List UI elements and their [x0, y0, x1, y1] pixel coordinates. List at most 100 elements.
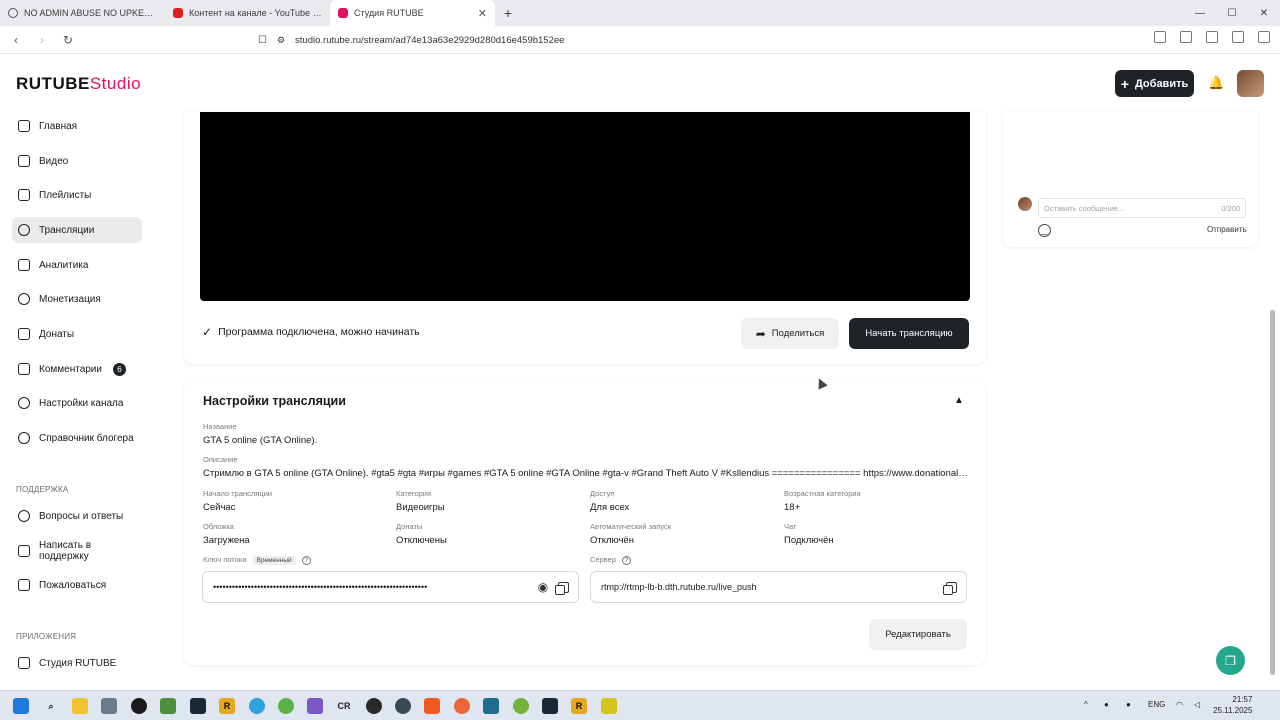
copy-icon[interactable]	[555, 581, 569, 595]
sidebar-item-studio-app[interactable]: Студия RUTUBE	[12, 650, 142, 676]
tray-app-icon[interactable]: ●	[1104, 700, 1109, 709]
obs-icon[interactable]	[131, 698, 147, 714]
eye-icon[interactable]: ◉	[536, 580, 550, 594]
windows-start-icon[interactable]	[13, 698, 29, 714]
copy-icon[interactable]	[943, 581, 957, 595]
tab-label: NO ADMIN ABUSE NO UPKEEP SOFT	[24, 8, 157, 18]
emoji-icon[interactable]: ‿	[1038, 224, 1051, 237]
url-field[interactable]: ☐ ⚙ studio.rutube.ru/stream/ad74e13a63e2…	[258, 30, 998, 50]
chat-char-counter: 0/200	[1221, 203, 1240, 213]
bell-icon[interactable]: 🔔	[1208, 76, 1224, 90]
browser-tab-active[interactable]: Студия RUTUBE ✕	[330, 0, 495, 26]
cr-app-icon[interactable]: CR	[336, 698, 352, 714]
rutube-studio-logo[interactable]: RUTUBEStudio	[16, 74, 141, 94]
sidebar-item-playlists[interactable]: Плейлисты	[12, 182, 142, 208]
app-icon[interactable]	[101, 698, 117, 714]
sidebar-item-donates[interactable]: Донаты	[12, 321, 142, 347]
sidebar-item-channel-settings[interactable]: Настройки канала	[12, 390, 142, 416]
sidebar-item-comments[interactable]: Комментарии 6	[12, 356, 142, 382]
cover-label: Обложка	[203, 522, 234, 531]
stream-key-field[interactable]: ••••••••••••••••••••••••••••••••••••••••…	[202, 571, 579, 603]
file-explorer-icon[interactable]	[72, 698, 88, 714]
taskbar-clock[interactable]: 21:57 25.11.2025	[1213, 694, 1252, 716]
sidebar-item-blogger-guide[interactable]: Справочник блогера	[12, 425, 142, 451]
page-scrollbar[interactable]	[1270, 310, 1275, 675]
menu-icon[interactable]	[1258, 31, 1270, 43]
server-url-field[interactable]: rtmp://rtmp-lb-b.dth.rutube.ru/live_push	[590, 571, 967, 603]
chat-message-input[interactable]: Оставить сообщение... 0/200	[1038, 198, 1246, 218]
brave-browser-icon[interactable]	[424, 698, 440, 714]
send-message-button[interactable]: Отправить	[1207, 225, 1247, 234]
flag-icon	[18, 579, 30, 591]
close-window-icon[interactable]: ✕	[1248, 0, 1280, 26]
app-icon[interactable]	[366, 698, 382, 714]
wifi-icon[interactable]: ◠	[1176, 700, 1183, 709]
sidebar-item-write-support[interactable]: Написать в поддержку	[12, 538, 142, 564]
language-indicator[interactable]: ENG	[1148, 700, 1165, 709]
chat-label: Чат	[784, 522, 797, 531]
tray-chevron-icon[interactable]: ^	[1084, 700, 1088, 709]
help-icon[interactable]: ?	[301, 556, 311, 565]
new-tab-button[interactable]: +	[495, 0, 521, 26]
clock-date: 25.11.2025	[1213, 706, 1253, 715]
app-icon[interactable]	[513, 698, 529, 714]
support-section-heading: ПОДДЕРЖКА	[16, 485, 69, 494]
tab-label: Контент на канале - YouTube Studio	[189, 8, 322, 18]
server-label: Сервер	[590, 555, 617, 564]
app-icon[interactable]	[483, 698, 499, 714]
minimize-icon[interactable]: —	[1184, 0, 1216, 26]
steam-icon[interactable]	[190, 698, 206, 714]
shield-icon[interactable]	[1232, 31, 1244, 43]
forward-arrow-icon[interactable]: ›	[32, 30, 52, 50]
add-button[interactable]: + Добавить	[1115, 70, 1194, 97]
browser-tab[interactable]: Контент на канале - YouTube Studio	[165, 0, 330, 26]
start-broadcast-button[interactable]: Начать трансляцию	[849, 318, 969, 349]
maximize-icon[interactable]: ☐	[1216, 0, 1248, 26]
sidebar-item-faq[interactable]: Вопросы и ответы	[12, 503, 142, 529]
server-url-value: rtmp://rtmp-lb-b.dth.rutube.ru/live_push	[601, 582, 757, 592]
sidebar-item-video[interactable]: Видео	[12, 148, 142, 174]
sidebar-item-analytics[interactable]: Аналитика	[12, 252, 142, 278]
edit-button[interactable]: Редактировать	[869, 619, 967, 650]
help-icon[interactable]: ?	[622, 556, 632, 565]
rockstar-icon[interactable]: R	[219, 698, 235, 714]
telegram-icon[interactable]	[249, 698, 265, 714]
back-arrow-icon[interactable]: ‹	[6, 30, 26, 50]
sidebar-item-home[interactable]: Главная	[12, 113, 142, 139]
sidebar-item-broadcasts[interactable]: Трансляции	[12, 217, 142, 243]
chevron-up-icon[interactable]: ▲	[954, 396, 964, 406]
tray-mic-icon[interactable]: ●	[1126, 700, 1131, 709]
volume-icon[interactable]: ◁	[1194, 700, 1200, 709]
bookmark-icon[interactable]: ☐	[258, 35, 267, 46]
share-button[interactable]: ➦ Поделиться	[741, 318, 839, 349]
share-arrow-icon: ➦	[755, 326, 766, 341]
wallet-icon[interactable]	[1180, 31, 1192, 43]
name-value: GTA 5 online (GTA Online).	[203, 435, 318, 446]
browser-tab[interactable]: NO ADMIN ABUSE NO UPKEEP SOFT	[0, 0, 165, 26]
age-rating-label: Возрастная категория	[784, 489, 861, 498]
app-icon[interactable]	[278, 698, 294, 714]
sidebar-item-report[interactable]: Пожаловаться	[12, 572, 142, 598]
search-icon[interactable]: ⌕	[43, 698, 59, 714]
reload-icon[interactable]: ↻	[58, 30, 78, 50]
video-player[interactable]	[200, 112, 970, 301]
app-icon[interactable]	[307, 698, 323, 714]
firefox-icon[interactable]	[454, 698, 470, 714]
monetization-icon	[18, 293, 30, 305]
close-icon[interactable]: ✕	[478, 7, 487, 20]
sidebar-item-monetization[interactable]: Монетизация	[12, 286, 142, 312]
extensions-icon[interactable]	[1206, 31, 1218, 43]
support-chat-button[interactable]: ❐	[1216, 646, 1245, 675]
autostart-label: Автоматический запуск	[590, 522, 672, 531]
rockstar-icon[interactable]: R	[571, 698, 587, 714]
stream-key-label: Ключ потока	[203, 555, 247, 564]
sidebar-toggle-icon[interactable]	[1154, 31, 1166, 43]
app-icon[interactable]	[601, 698, 617, 714]
access-value: Для всех	[590, 502, 630, 513]
rutube-favicon-icon	[338, 8, 348, 18]
avatar[interactable]	[1237, 70, 1264, 97]
steam-icon[interactable]	[542, 698, 558, 714]
app-icon[interactable]	[160, 698, 176, 714]
app-icon[interactable]	[395, 698, 411, 714]
site-info-icon[interactable]: ⚙	[277, 35, 285, 46]
